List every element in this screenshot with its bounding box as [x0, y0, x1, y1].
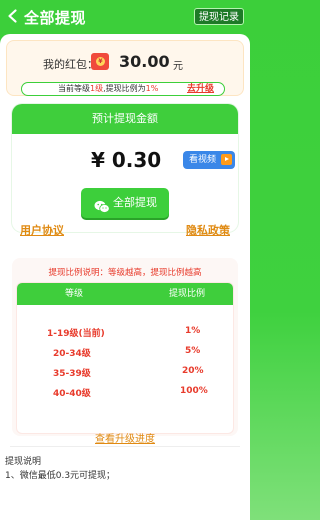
top-bar: 全部提现 提现记录 — [0, 0, 250, 34]
back-arrow-icon[interactable] — [5, 8, 21, 24]
column-header-level: 等级 — [65, 289, 84, 299]
table-row: 40-40级 100% — [17, 386, 233, 402]
row-ratio: 5% — [185, 346, 201, 356]
ratio-note: 提现比例说明：等级越高，提现比例越高 — [48, 268, 202, 278]
ratio-table-header: 等级 提现比例 — [17, 283, 233, 305]
level-prefix: 当前等级 — [58, 84, 90, 93]
divider — [10, 446, 240, 447]
level-strip: 当前等级1级,提现比例为1% 去升级 — [21, 82, 225, 96]
table-row: 1-19级(当前) 1% — [17, 326, 233, 342]
red-envelope-icon: ¥ — [91, 53, 109, 70]
estimate-header: 预计提现金额 — [12, 104, 238, 134]
estimate-card: 预计提现金额 ¥ 0.30 看视频 全部提现 — [12, 104, 238, 232]
notes-item: 1、微信最低0.3元可提现； — [5, 471, 116, 481]
row-ratio: 20% — [182, 366, 204, 376]
watch-video-label: 看视频 — [189, 155, 217, 165]
row-ratio: 1% — [185, 326, 201, 336]
policy-links: 用户协议 隐私政策 — [0, 222, 250, 238]
wallet-amount: 30.00 — [119, 52, 170, 71]
wallet-label: 我的红包： — [43, 58, 98, 71]
row-level: 35-39级 — [53, 369, 91, 379]
table-row: 20-34级 5% — [17, 346, 233, 362]
estimated-amount: ¥ 0.30 — [91, 148, 162, 172]
upgrade-link[interactable]: 去升级 — [187, 83, 214, 95]
row-level: 1-19级(当前) — [47, 329, 105, 339]
row-level: 40-40级 — [53, 389, 91, 399]
wechat-icon — [94, 196, 110, 213]
privacy-policy-link[interactable]: 隐私政策 — [186, 222, 230, 238]
row-ratio: 100% — [180, 386, 208, 396]
user-agreement-link[interactable]: 用户协议 — [20, 222, 64, 238]
level-value: 1级 — [90, 84, 104, 93]
play-icon — [221, 154, 232, 165]
watch-video-button[interactable]: 看视频 — [183, 151, 235, 169]
ratio-table: 等级 提现比例 1-19级(当前) 1% 20-34级 5% 35-39级 20… — [16, 282, 234, 434]
notes-title: 提现说明 — [5, 457, 42, 467]
column-header-ratio: 提现比例 — [169, 289, 206, 299]
main-panel: 我的红包： ¥ 30.00 元 当前等级1级,提现比例为1% 去升级 预计提现金… — [0, 34, 250, 520]
ratio-value: 1% — [145, 84, 159, 93]
withdraw-all-label: 全部提现 — [113, 196, 157, 209]
row-level: 20-34级 — [53, 349, 91, 359]
withdraw-record-button[interactable]: 提现记录 — [194, 8, 244, 25]
ratio-prefix: ,提现比例为 — [103, 84, 146, 93]
wallet-card: 我的红包： ¥ 30.00 元 当前等级1级,提现比例为1% 去升级 — [6, 40, 244, 96]
upgrade-progress-link[interactable]: 查看升级进度 — [0, 430, 250, 445]
wallet-amount-unit: 元 — [173, 61, 183, 72]
table-row: 35-39级 20% — [17, 366, 233, 382]
ratio-section: 提现比例说明：等级越高，提现比例越高 等级 提现比例 1-19级(当前) 1% … — [12, 258, 238, 436]
withdraw-all-button[interactable]: 全部提现 — [81, 188, 169, 218]
page-title: 全部提现 — [24, 9, 87, 27]
